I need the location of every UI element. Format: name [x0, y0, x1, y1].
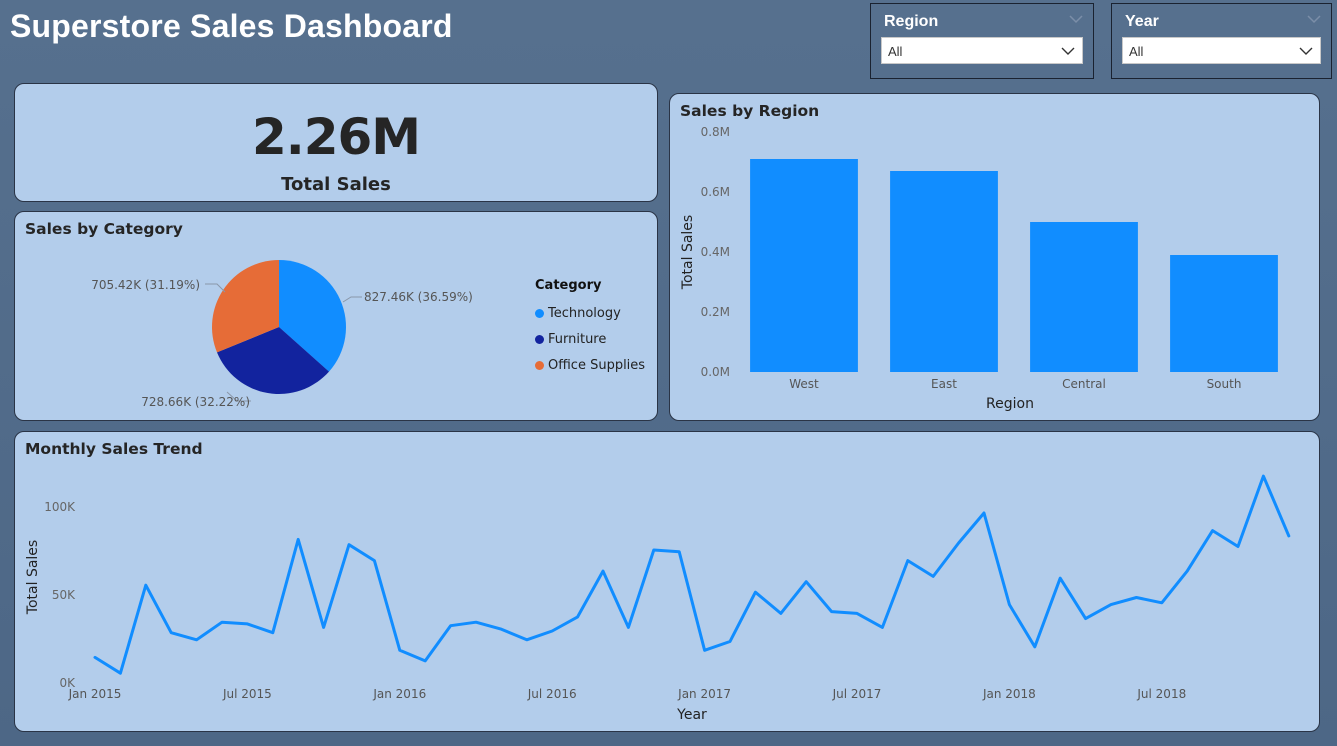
category-legend: Category Technology Furniture Office Sup… [535, 278, 645, 378]
legend-item-office-supplies[interactable]: Office Supplies [535, 352, 645, 378]
legend-label: Office Supplies [548, 357, 646, 373]
y-tick-label: 0.4M [701, 245, 730, 259]
bar-west[interactable] [750, 159, 858, 372]
chevron-down-icon[interactable] [1069, 14, 1083, 24]
trend-card[interactable]: Monthly Sales Trend 0K 50K 100K Jan 2015 Ju… [14, 431, 1320, 732]
kpi-label: Total Sales [281, 174, 391, 195]
y-tick-label: 0.6M [701, 185, 730, 199]
chevron-down-icon [1061, 47, 1075, 55]
pie-leader-line [342, 296, 362, 303]
y-tick-label: 0.8M [701, 125, 730, 139]
x-axis-label: Region [986, 396, 1034, 412]
y-tick-label: 100K [44, 500, 76, 514]
region-card[interactable]: Sales by Region 0.0M 0.2M 0.4M 0.6M 0.8M Wes… [669, 93, 1320, 421]
region-slicer: Region All [870, 3, 1094, 79]
legend-title: Category [535, 278, 602, 293]
x-tick-label: Jan 2018 [982, 687, 1036, 701]
legend-label: Technology [548, 305, 621, 321]
x-tick-label: Jan 2015 [68, 687, 122, 701]
legend-dot [535, 360, 544, 370]
category-card[interactable]: Sales by Category 827.46K (36.59%) 728.6… [14, 211, 658, 421]
x-tick-label: South [1207, 377, 1242, 391]
y-axis-label: Total Sales [680, 215, 696, 290]
legend-label: Furniture [548, 331, 607, 347]
pie-chart: 827.46K (36.59%) 728.66K (32.22%) 705.42… [91, 260, 473, 409]
chevron-down-icon[interactable] [1307, 14, 1321, 24]
legend-dot [535, 308, 544, 318]
year-dropdown[interactable]: All [1122, 37, 1321, 64]
year-slicer: Year All [1111, 3, 1332, 79]
y-tick-label: 0.2M [701, 305, 730, 319]
region-slicer-label: Region [884, 13, 939, 30]
kpi-card[interactable]: 2.26M Total Sales [14, 83, 658, 202]
region-dropdown-value: All [888, 44, 903, 59]
legend-item-furniture[interactable]: Furniture [535, 326, 645, 352]
y-axis-label: Total Sales [25, 540, 41, 615]
x-tick-label: East [931, 377, 957, 391]
chevron-down-icon [1299, 47, 1313, 55]
x-tick-label: Jan 2017 [677, 687, 731, 701]
bar-east[interactable] [890, 171, 998, 372]
x-axis-label: Year [676, 707, 707, 723]
legend-item-technology[interactable]: Technology [535, 300, 645, 326]
pie-slice-label: 705.42K (31.19%) [91, 278, 200, 292]
bar-south[interactable] [1170, 255, 1278, 372]
legend-dot [535, 334, 544, 344]
region-dropdown[interactable]: All [881, 37, 1083, 64]
x-tick-label: Jul 2017 [832, 687, 882, 701]
pie-slice-label: 728.66K (32.22%) [141, 395, 250, 409]
sales-trend-line [93, 474, 1291, 675]
y-tick-label: 50K [52, 588, 76, 602]
dashboard-title: Superstore Sales Dashboard [10, 8, 453, 44]
x-tick-label: Central [1062, 377, 1106, 391]
pie-slice-label: 827.46K (36.59%) [364, 290, 473, 304]
bar-chart: 0.0M 0.2M 0.4M 0.6M 0.8M West East Central Sout… [680, 125, 1278, 412]
year-slicer-label: Year [1125, 13, 1159, 30]
kpi-value: 2.26M [251, 108, 421, 166]
bar-central[interactable] [1030, 222, 1138, 372]
x-tick-label: West [789, 377, 819, 391]
pie-leader-line [205, 283, 226, 293]
y-tick-label: 0.0M [701, 365, 730, 379]
year-dropdown-value: All [1129, 44, 1144, 59]
x-tick-label: Jul 2015 [222, 687, 272, 701]
x-tick-label: Jan 2016 [372, 687, 426, 701]
x-tick-label: Jul 2018 [1136, 687, 1186, 701]
line-chart: 0K50K100K Jan 2015 Jul 2015 Jan 2016 Jul 20… [25, 474, 1291, 723]
x-tick-label: Jul 2016 [527, 687, 577, 701]
